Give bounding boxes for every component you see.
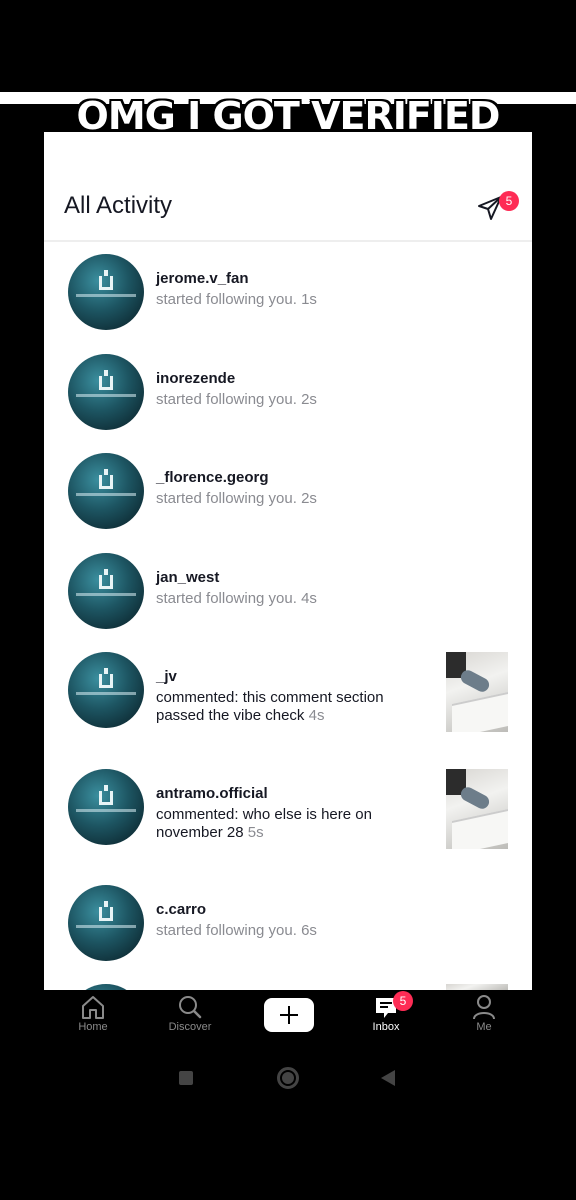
activity-item[interactable]: jan_west started following you. 4s bbox=[44, 553, 532, 631]
activity-text: started following you. 1s bbox=[156, 291, 317, 308]
avatar[interactable] bbox=[68, 769, 144, 845]
comment-time: 4s bbox=[308, 707, 325, 724]
video-thumbnail[interactable] bbox=[446, 652, 508, 732]
comment-time: 5s bbox=[247, 824, 264, 841]
activity-username[interactable]: _jv bbox=[156, 668, 177, 685]
search-icon bbox=[179, 996, 202, 1019]
comment-body: commented: this comment section passed t… bbox=[156, 689, 384, 724]
tab-discover[interactable]: Discover bbox=[150, 990, 230, 1042]
activity-item[interactable]: c.carro started following you. 6s bbox=[44, 885, 532, 963]
tab-me[interactable]: Me bbox=[444, 990, 524, 1042]
activity-item[interactable]: _jv commented: this comment section pass… bbox=[44, 652, 532, 736]
home-icon bbox=[82, 996, 104, 1019]
create-button[interactable] bbox=[264, 998, 314, 1032]
activity-header: All Activity 5 bbox=[44, 132, 532, 242]
tab-inbox[interactable]: Inbox bbox=[346, 990, 426, 1042]
avatar[interactable] bbox=[68, 453, 144, 529]
activity-item[interactable]: _florence.georg started following you. 2… bbox=[44, 453, 532, 531]
tab-home[interactable]: Home bbox=[53, 990, 133, 1042]
activity-username[interactable]: c.carro bbox=[156, 901, 206, 918]
dm-badge: 5 bbox=[499, 191, 519, 211]
activity-username[interactable]: _florence.georg bbox=[156, 469, 269, 486]
page-title[interactable]: All Activity bbox=[64, 192, 172, 220]
avatar[interactable] bbox=[68, 354, 144, 430]
activity-text: started following you. 6s bbox=[156, 922, 317, 939]
activity-username[interactable]: antramo.official bbox=[156, 785, 268, 802]
activity-username[interactable]: jan_west bbox=[156, 569, 219, 586]
activity-username[interactable]: jerome.v_fan bbox=[156, 270, 249, 287]
comment-body: commented: who else is here on november … bbox=[156, 806, 372, 841]
activity-username[interactable]: inorezende bbox=[156, 370, 235, 387]
avatar[interactable] bbox=[68, 553, 144, 629]
bottom-tab-bar: Home Discover Inbox Me bbox=[0, 990, 576, 1042]
recent-apps-icon[interactable] bbox=[179, 1071, 193, 1085]
activity-item[interactable]: inorezende started following you. 2s bbox=[44, 354, 532, 432]
inbox-panel: All Activity 5 jerome.v_fan started foll… bbox=[44, 132, 532, 990]
activity-text: started following you. 2s bbox=[156, 490, 317, 507]
tab-discover-label: Discover bbox=[168, 1021, 212, 1033]
activity-item[interactable]: antramo.official commented: who else is … bbox=[44, 769, 532, 853]
video-thumbnail[interactable] bbox=[446, 769, 508, 849]
tab-inbox-label: Inbox bbox=[372, 1021, 400, 1033]
activity-item[interactable]: jerome.v_fan started following you. 1s bbox=[44, 254, 532, 332]
activity-text: started following you. 2s bbox=[156, 391, 317, 408]
back-nav-icon[interactable] bbox=[381, 1070, 395, 1086]
comment-text: commented: who else is here on november … bbox=[156, 806, 436, 842]
avatar[interactable] bbox=[68, 885, 144, 961]
avatar[interactable] bbox=[68, 652, 144, 728]
tab-me-label: Me bbox=[476, 1021, 492, 1033]
tab-home-label: Home bbox=[78, 1021, 108, 1033]
profile-icon bbox=[473, 995, 495, 1020]
comment-text: commented: this comment section passed t… bbox=[156, 689, 436, 725]
screen: OMG I GOT VERIFIED All Activity 5 jerome… bbox=[0, 0, 576, 1200]
home-nav-icon[interactable] bbox=[277, 1067, 299, 1089]
avatar[interactable] bbox=[68, 254, 144, 330]
inbox-badge: 5 bbox=[393, 991, 413, 1011]
activity-text: started following you. 4s bbox=[156, 590, 317, 607]
